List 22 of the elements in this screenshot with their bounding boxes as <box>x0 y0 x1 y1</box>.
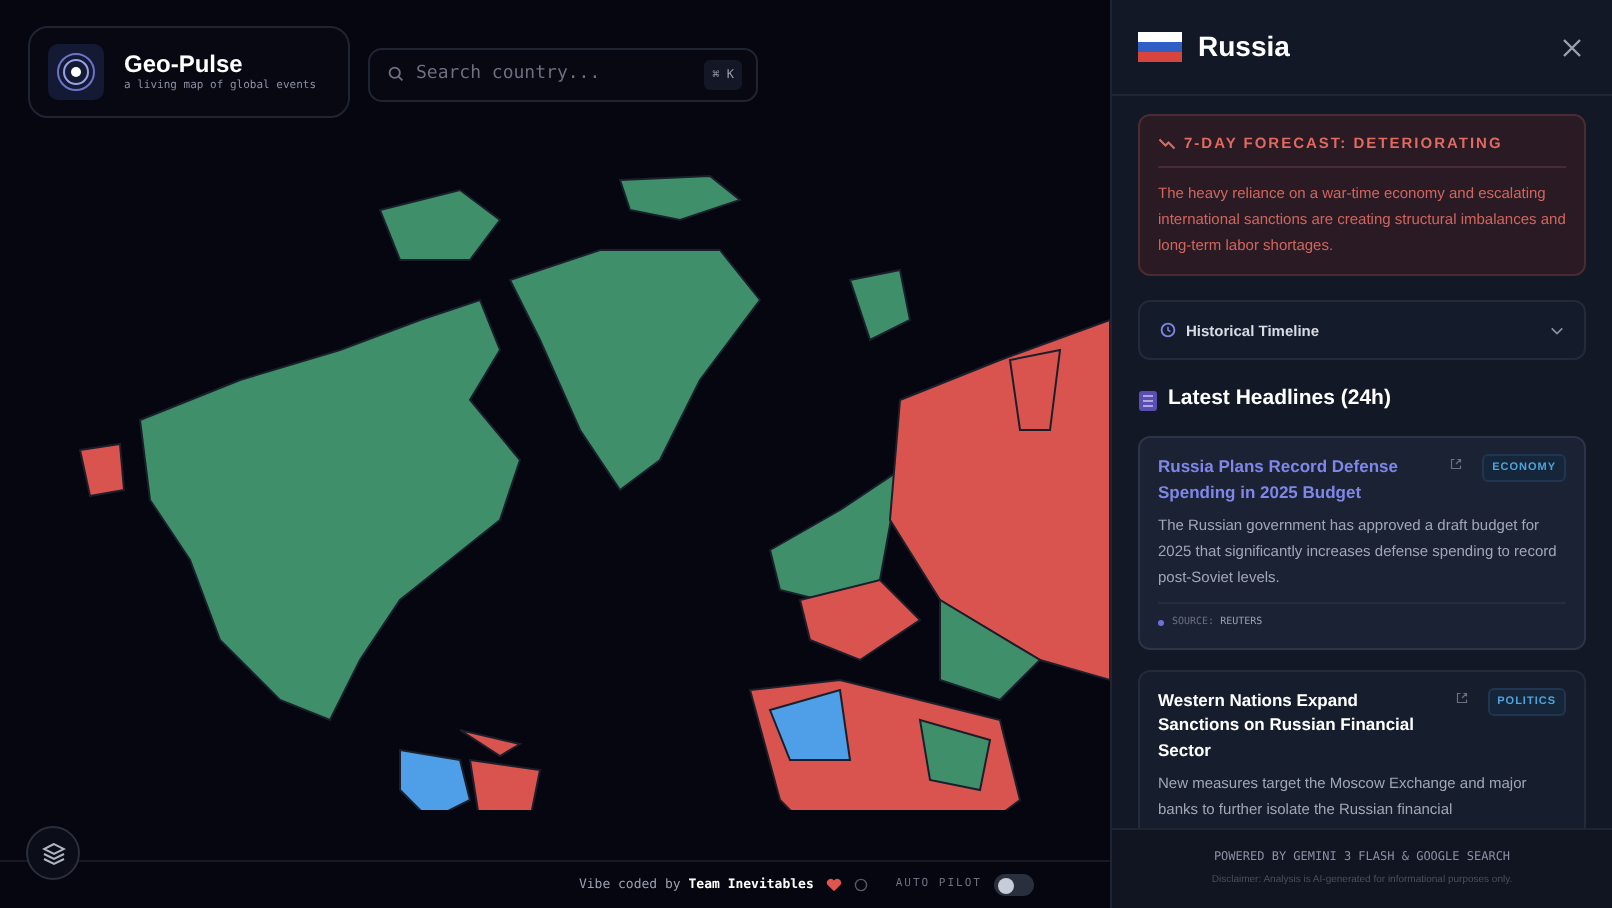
flag-icon <box>1138 32 1182 62</box>
headlines-title: Latest Headlines (24h) <box>1168 384 1391 415</box>
external-link-icon[interactable] <box>1450 458 1463 470</box>
newspaper-icon <box>1138 389 1158 412</box>
trend-down-icon <box>1158 137 1176 150</box>
app-title: Geo-Pulse <box>124 49 245 78</box>
layers-icon <box>41 841 65 865</box>
external-link-icon[interactable] <box>1455 691 1468 703</box>
headline-title[interactable]: Russia Plans Record Defense Spending in 2025 Budget <box>1158 454 1439 504</box>
autopilot-toggle[interactable] <box>994 874 1034 896</box>
layers-button[interactable] <box>26 826 80 880</box>
pulse-logo-icon <box>48 44 104 100</box>
history-icon <box>1160 322 1176 339</box>
help-icon[interactable] <box>853 878 868 892</box>
headline-title[interactable]: Western Nations Expand Sanctions on Russian Financial Sector <box>1158 687 1444 762</box>
search-icon <box>388 65 404 81</box>
heart-icon <box>825 878 842 892</box>
close-button[interactable] <box>1558 33 1586 61</box>
close-icon <box>1562 37 1582 57</box>
headline-card[interactable] <box>1138 436 1586 649</box>
chevron-icon <box>1550 325 1564 336</box>
country-name: Russia <box>1198 28 1292 66</box>
